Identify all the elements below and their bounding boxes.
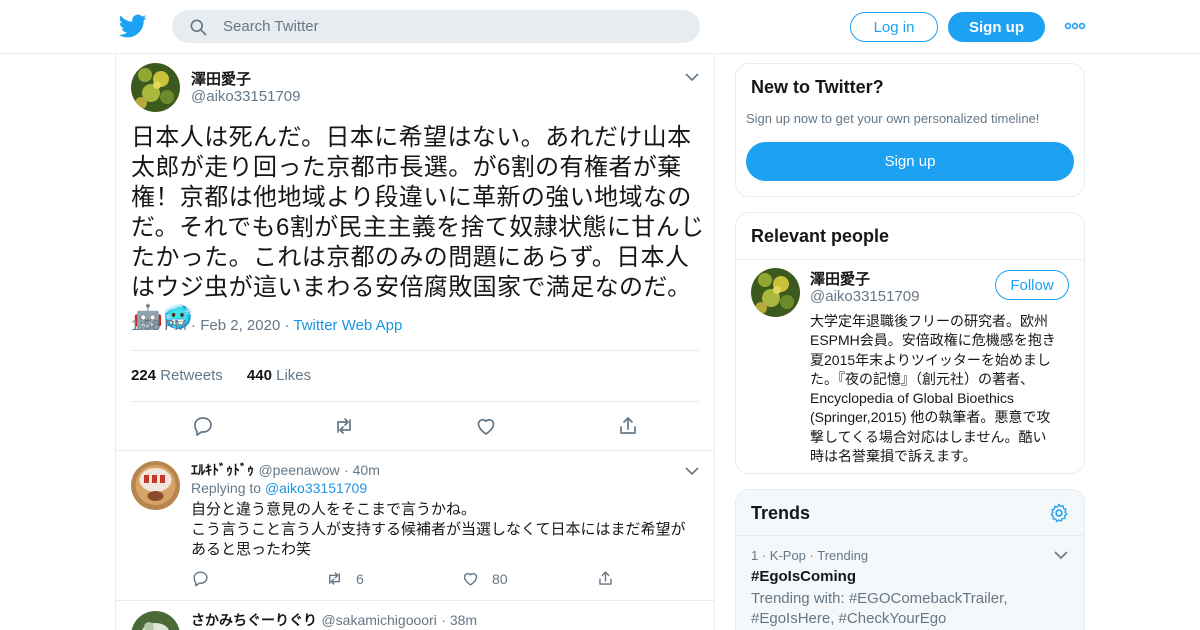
twitter-bird-logo-icon[interactable] [119,12,147,40]
like-count: 440 [246,367,272,384]
share-icon[interactable] [616,414,640,438]
follow-button[interactable]: Follow [995,270,1069,300]
replying-to-prefix: Replying to [191,480,262,496]
tweet-body: 日本人は死んだ。日本に希望はない。あれだけ山本太郎が走り回った京都市長選。が6割… [131,124,705,301]
separator-dot: · [191,317,201,334]
reply-action[interactable] [191,569,222,588]
retweet-label: Retweets [160,367,223,384]
chevron-down-icon[interactable] [1054,551,1068,560]
card-title: New to Twitter? [751,77,884,97]
divider [131,401,699,402]
like-heart-icon[interactable] [474,414,498,438]
like-stat[interactable]: 440 Likes [247,367,311,384]
divider [131,350,699,351]
signup-button[interactable]: Sign up [948,12,1045,42]
main-tweet: 澤田愛子 @aiko33151709 日本人は死んだ。日本に希望はない。あれだけ… [116,54,714,451]
trend-description: Trending with: #EGOComebackTrailer, #Ego… [751,589,1008,629]
top-navigation-bar: Log in Sign up [0,0,1200,54]
retweet-icon [329,572,340,585]
card-subtitle: Sign up now to get your own personalized… [746,111,1040,126]
bio-line: ESPMH会員。安倍政権に危機感を抱き [810,332,1056,349]
bio-line: (Springer,2015) 他の執筆者。悪意で攻 [810,409,1051,426]
share-icon [599,571,612,585]
retweet-stat[interactable]: 224 Retweets [131,367,223,384]
tweet-time[interactable]: 1:58 PM [131,317,187,334]
reply-time[interactable]: 38m [450,612,477,628]
relevant-people-card: Relevant people 澤田愛子 @aiko33151709 Follo… [735,212,1085,474]
reply-text-line: こう言うこと言う人が支持する候補者が当選しなくて日本にはまだ希望が [191,521,686,538]
trend-description-line: Trending with: #EGOComebackTrailer, [751,590,1008,607]
search-input[interactable] [223,18,663,35]
author-handle[interactable]: @aiko33151709 [191,88,300,105]
separator-dot: · [344,462,353,478]
retweet-action[interactable]: 6 [325,569,364,588]
like-count: 80 [492,570,508,587]
new-to-twitter-card: New to Twitter? Sign up now to get your … [735,63,1085,197]
trends-card: Trends 1 · K-Pop · Trending #EgoIsComing… [735,489,1085,630]
avatar[interactable] [131,461,180,510]
bio-line: Encyclopedia of Global Bioethics [810,390,1014,407]
reply-time[interactable]: 40m [353,462,380,478]
retweet-count: 224 [131,367,157,384]
search-icon [190,19,207,35]
share-action[interactable] [596,569,627,588]
tweet-stats: 224 Retweets 440 Likes [131,367,311,384]
retweet-count: 6 [356,570,364,587]
avatar[interactable] [131,63,180,112]
retweet-icon[interactable] [332,414,356,438]
reply-header: さかみちぐーりぐり @sakamichigooori · 38m [191,610,477,630]
bio-line: 大学定年退職後フリーの研究者。欧州 [810,313,1048,329]
replying-to: Replying to @aiko33151709 [191,480,367,496]
separator-dot: · [441,612,450,628]
reply-header: ｴﾙｷﾄﾞｩﾄﾞｩ @peenawow · 40m [191,460,380,480]
person-row[interactable]: 澤田愛子 @aiko33151709 Follow 大学定年退職後フリーの研究者… [736,259,1084,473]
card-title: Trends [751,503,811,523]
reply-text: 自分と違う意見の人をそこまで言うかね。 こう言うこと言う人が支持する候補者が当選… [191,500,701,560]
chevron-down-icon[interactable] [685,73,699,82]
settings-gear-icon[interactable] [1048,502,1070,524]
person-handle[interactable]: @aiko33151709 [810,288,919,305]
trend-name[interactable]: #EgoIsComing [751,568,856,585]
tweet-metadata: 1:58 PM · Feb 2, 2020 · Twitter Web App [131,317,402,334]
reply-tweet[interactable]: ｴﾙｷﾄﾞｩﾄﾞｩ @peenawow · 40m Replying to @a… [116,451,714,601]
tweet-source-link[interactable]: Twitter Web App [293,317,402,334]
reply-author-name[interactable]: ｴﾙｷﾄﾞｩﾄﾞｩ [191,462,254,478]
signup-button[interactable]: Sign up [746,142,1074,181]
reply-icon[interactable] [191,414,215,438]
like-label: Likes [276,367,312,384]
bio-line: た。『夜の記憶』（創元社）の著者、 [810,370,1034,387]
login-button[interactable]: Log in [850,12,938,42]
chevron-down-icon[interactable] [685,467,699,476]
reply-author-handle[interactable]: @sakamichigooori [321,612,436,628]
bio-line: 撃してくる場合対応はしません。酷い [810,428,1047,445]
tweet-date[interactable]: Feb 2, 2020 [200,317,280,334]
tweet-text: 日本人は死んだ。日本に希望はない。あれだけ山本太郎が走り回った京都市長選。が6割… [131,123,706,333]
timeline-column: 澤田愛子 @aiko33151709 日本人は死んだ。日本に希望はない。あれだけ… [115,54,715,630]
search-bar[interactable] [172,10,700,43]
reply-text-line: 自分と違う意見の人をそこまで言うかね。 [191,501,477,518]
person-bio: 大学定年退職後フリーの研究者。欧州 ESPMH会員。安倍政権に危機感を抱き 夏2… [810,312,1075,466]
reply-icon [193,571,208,587]
trend-description-line: #EgoIsHere, #CheckYourEgo [751,610,947,627]
author-name[interactable]: 澤田愛子 [191,68,251,89]
trend-meta: 1 · K-Pop · Trending [751,548,869,563]
reply-author-name[interactable]: さかみちぐーりぐり [191,612,317,628]
reply-author-handle[interactable]: @peenawow [258,462,339,478]
replying-to-link[interactable]: @aiko33151709 [265,480,367,496]
card-title: Relevant people [751,226,890,246]
person-name[interactable]: 澤田愛子 [810,268,870,289]
more-options-icon[interactable] [1064,20,1086,32]
avatar[interactable] [131,611,180,630]
like-action[interactable]: 80 [461,569,508,588]
like-heart-icon [463,572,478,586]
reply-tweet[interactable]: さかみちぐーりぐり @sakamichigooori · 38m [116,601,714,630]
avatar[interactable] [751,268,800,317]
bio-line: 夏2015年末よりツイッターを始めまし [810,351,1051,368]
reply-text-line: あると思ったわ笑 [191,541,312,558]
trend-item[interactable]: 1 · K-Pop · Trending #EgoIsComing Trendi… [736,536,1084,630]
bio-line: 時は名誉棄損で訴えます。 [810,448,977,465]
